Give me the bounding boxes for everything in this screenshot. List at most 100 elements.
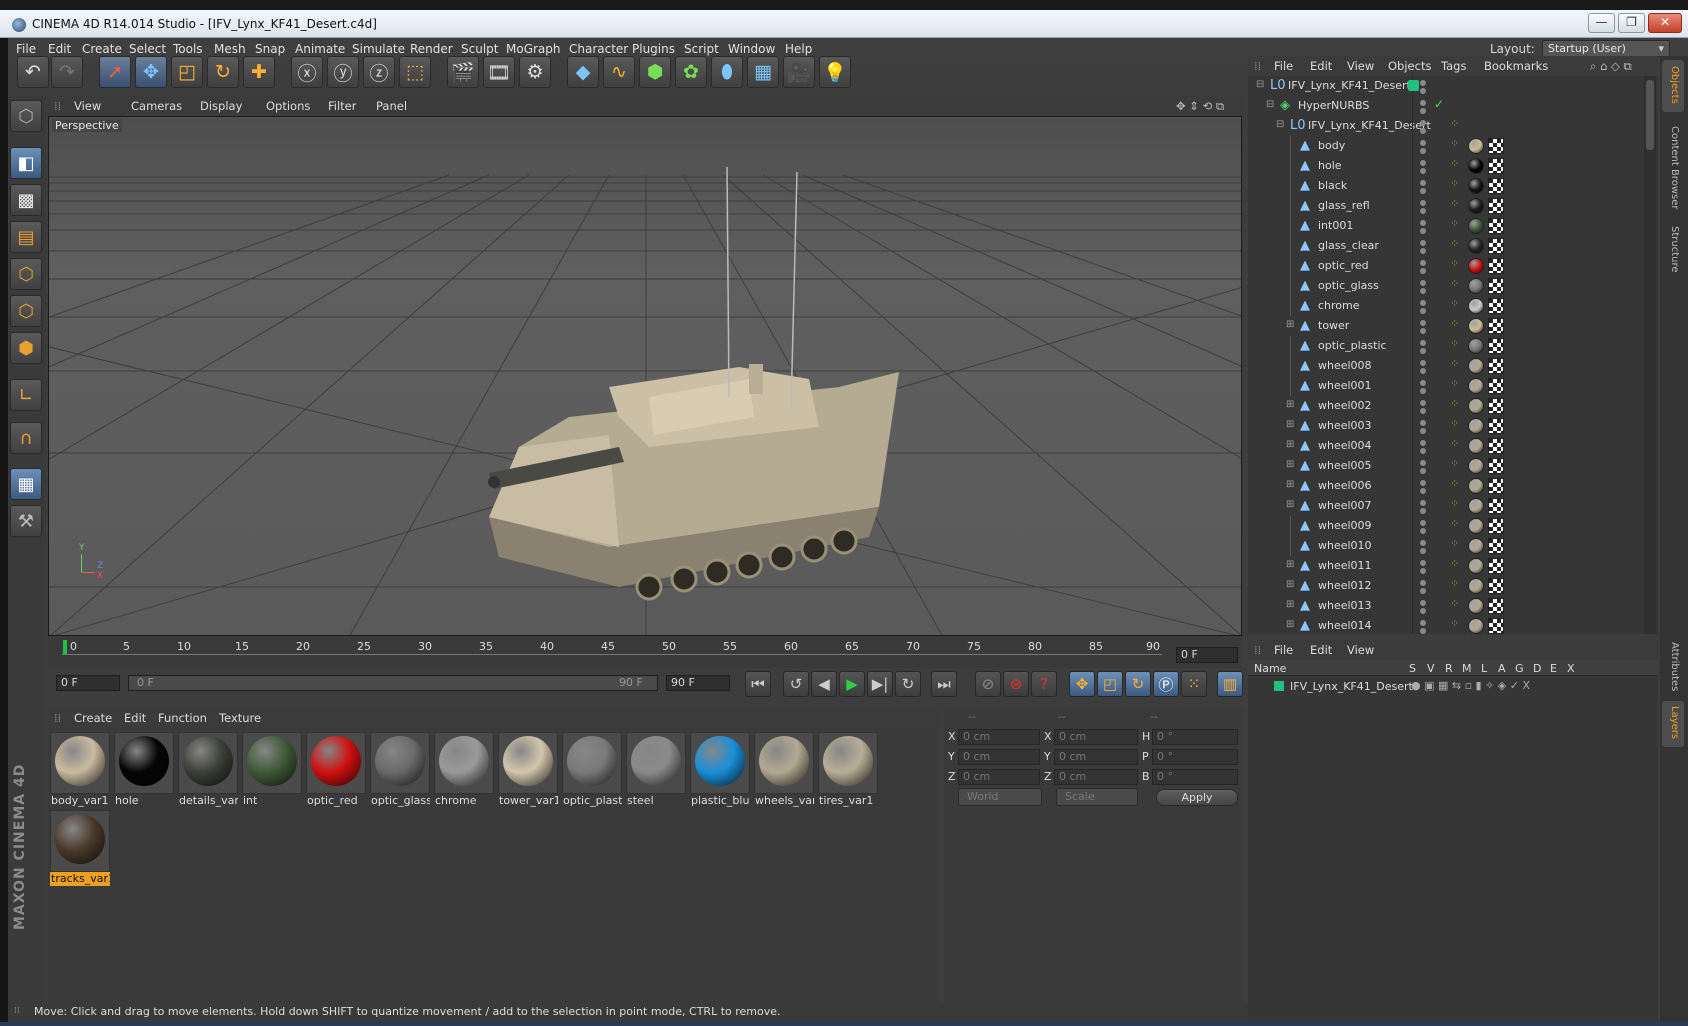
expand-toggle-icon[interactable]: ⊞ <box>1286 559 1294 570</box>
material-menu-function[interactable]: Function <box>158 711 207 725</box>
menu-create[interactable]: Create <box>82 42 122 56</box>
render-visibility-dot[interactable] <box>1420 168 1426 174</box>
editor-visibility-dot[interactable] <box>1420 180 1426 186</box>
render-visibility-dot[interactable] <box>1420 208 1426 214</box>
uvw-tag-icon[interactable] <box>1488 558 1504 574</box>
object-row[interactable]: ▲ black ⁘ <box>1248 176 1644 196</box>
expand-toggle-icon[interactable]: ⊞ <box>1286 619 1294 630</box>
material-swatch[interactable]: tracks_var1 <box>50 810 110 888</box>
deformer-icon[interactable]: ⬮ <box>711 56 743 88</box>
go-to-start-icon[interactable]: ⏮ <box>745 671 771 697</box>
expand-toggle-icon[interactable]: ⊟ <box>1256 79 1264 90</box>
object-row[interactable]: ⊞ ▲ wheel005 ⁘ <box>1248 456 1644 476</box>
phong-tag-icon[interactable]: ⁘ <box>1450 497 1459 510</box>
render-visibility-dot[interactable] <box>1420 548 1426 554</box>
material-tag-icon[interactable] <box>1468 458 1484 474</box>
phong-tag-icon[interactable]: ⁘ <box>1450 297 1459 310</box>
menu-help[interactable]: Help <box>785 42 812 56</box>
camera-icon[interactable]: 🎥 <box>783 56 815 88</box>
start-frame-field[interactable]: 0 F <box>56 675 120 691</box>
material-tag-icon[interactable] <box>1468 338 1484 354</box>
phong-tag-icon[interactable]: ⁘ <box>1450 337 1459 350</box>
model-mode-icon[interactable]: ◧ <box>10 147 42 179</box>
phong-tag-icon[interactable]: ⁘ <box>1450 457 1459 470</box>
object-row[interactable]: ⊞ ▲ wheel012 ⁘ <box>1248 576 1644 596</box>
editor-visibility-dot[interactable] <box>1420 620 1426 626</box>
phong-tag-icon[interactable]: ⁘ <box>1450 257 1459 270</box>
nurbs-icon[interactable]: ⬢ <box>639 56 671 88</box>
uvw-tag-icon[interactable] <box>1488 338 1504 354</box>
uvw-tag-icon[interactable] <box>1488 458 1504 474</box>
editor-visibility-dot[interactable] <box>1420 100 1426 106</box>
uvw-tag-icon[interactable] <box>1488 498 1504 514</box>
uvw-tag-icon[interactable] <box>1488 478 1504 494</box>
expand-toggle-icon[interactable]: ⊞ <box>1286 459 1294 470</box>
object-row[interactable]: ▲ optic_glass ⁘ <box>1248 276 1644 296</box>
object-row[interactable]: ⊞ ▲ wheel013 ⁘ <box>1248 596 1644 616</box>
editor-visibility-dot[interactable] <box>1420 480 1426 486</box>
uvw-tag-icon[interactable] <box>1488 318 1504 334</box>
texture-mode-icon[interactable]: ▩ <box>10 184 42 216</box>
object-row[interactable]: ▲ glass_refl ⁘ <box>1248 196 1644 216</box>
minimize-button[interactable]: — <box>1588 13 1615 33</box>
material-tag-icon[interactable] <box>1468 438 1484 454</box>
uvw-tag-icon[interactable] <box>1488 158 1504 174</box>
phong-tag-icon[interactable]: ⁘ <box>1450 157 1459 170</box>
editor-visibility-dot[interactable] <box>1420 360 1426 366</box>
material-menu-texture[interactable]: Texture <box>219 711 261 725</box>
light-icon[interactable]: 💡 <box>819 56 851 88</box>
menu-character[interactable]: Character <box>569 42 628 56</box>
render-visibility-dot[interactable] <box>1420 408 1426 414</box>
object-row[interactable]: ▲ chrome ⁘ <box>1248 296 1644 316</box>
axis-mode-icon[interactable]: ∟ <box>10 379 42 411</box>
phong-tag-icon[interactable]: ⁘ <box>1450 377 1459 390</box>
material-tag-icon[interactable] <box>1468 218 1484 234</box>
phong-tag-icon[interactable]: ⁘ <box>1450 577 1459 590</box>
current-frame-field[interactable]: 0 F <box>1176 647 1238 663</box>
editor-visibility-dot[interactable] <box>1420 560 1426 566</box>
editor-visibility-dot[interactable] <box>1420 420 1426 426</box>
phong-tag-icon[interactable]: ⁘ <box>1450 317 1459 330</box>
expand-toggle-icon[interactable]: ⊞ <box>1286 499 1294 510</box>
redo-icon[interactable]: ↷ <box>51 56 83 88</box>
phong-tag-icon[interactable]: ⁘ <box>1450 437 1459 450</box>
render-visibility-dot[interactable] <box>1420 148 1426 154</box>
next-key-icon[interactable]: ↻ <box>895 671 921 697</box>
render-visibility-dot[interactable] <box>1420 568 1426 574</box>
render-visibility-dot[interactable] <box>1420 588 1426 594</box>
timeline-ruler[interactable]: 0 5 10 15 20 25 30 35 40 45 50 55 60 65 … <box>48 636 1242 668</box>
tab-attributes[interactable]: Attributes <box>1669 642 1680 691</box>
phong-tag-icon[interactable]: ⁘ <box>1450 597 1459 610</box>
menu-script[interactable]: Script <box>684 42 719 56</box>
expand-toggle-icon[interactable]: ⊞ <box>1286 579 1294 590</box>
material-tag-icon[interactable] <box>1468 158 1484 174</box>
viewport-menu-view[interactable]: View <box>74 99 101 113</box>
render-visibility-dot[interactable] <box>1420 188 1426 194</box>
object-row[interactable]: ▲ hole ⁘ <box>1248 156 1644 176</box>
editor-visibility-dot[interactable] <box>1420 140 1426 146</box>
add-object-icon[interactable]: ✚ <box>243 56 275 88</box>
rot-p-field[interactable]: 0 ° <box>1152 749 1238 765</box>
coord-mode-dropdown[interactable]: Scale <box>1056 788 1138 806</box>
editor-visibility-dot[interactable] <box>1420 120 1426 126</box>
z-axis-lock-icon[interactable]: ⓩ <box>363 56 395 88</box>
menu-select[interactable]: Select <box>129 42 166 56</box>
key-param-icon[interactable]: Ⓟ <box>1153 671 1179 697</box>
expand-toggle-icon[interactable]: ⊞ <box>1286 319 1294 330</box>
autokey-icon[interactable]: ? <box>1031 671 1057 697</box>
editor-visibility-dot[interactable] <box>1420 300 1426 306</box>
objects-search-home-icon[interactable]: ⌕ ⌂ ◇ ⧉ <box>1590 59 1632 74</box>
render-visibility-dot[interactable] <box>1420 368 1426 374</box>
uvw-tag-icon[interactable] <box>1488 438 1504 454</box>
object-row[interactable]: ⊟ L0 IFV_Lynx_KF41_Desert <box>1248 76 1644 96</box>
render-visibility-dot[interactable] <box>1420 228 1426 234</box>
previous-key-icon[interactable]: ↺ <box>783 671 809 697</box>
next-frame-icon[interactable]: ▶| <box>867 671 893 697</box>
uvw-tag-icon[interactable] <box>1488 238 1504 254</box>
record-icon[interactable]: ⊛ <box>1003 671 1029 697</box>
phong-tag-icon[interactable]: ⁘ <box>1450 137 1459 150</box>
pos-z-field[interactable]: 0 cm <box>958 769 1040 785</box>
render-visibility-dot[interactable] <box>1420 388 1426 394</box>
material-menu-edit[interactable]: Edit <box>124 711 146 725</box>
render-visibility-dot[interactable] <box>1420 128 1426 134</box>
